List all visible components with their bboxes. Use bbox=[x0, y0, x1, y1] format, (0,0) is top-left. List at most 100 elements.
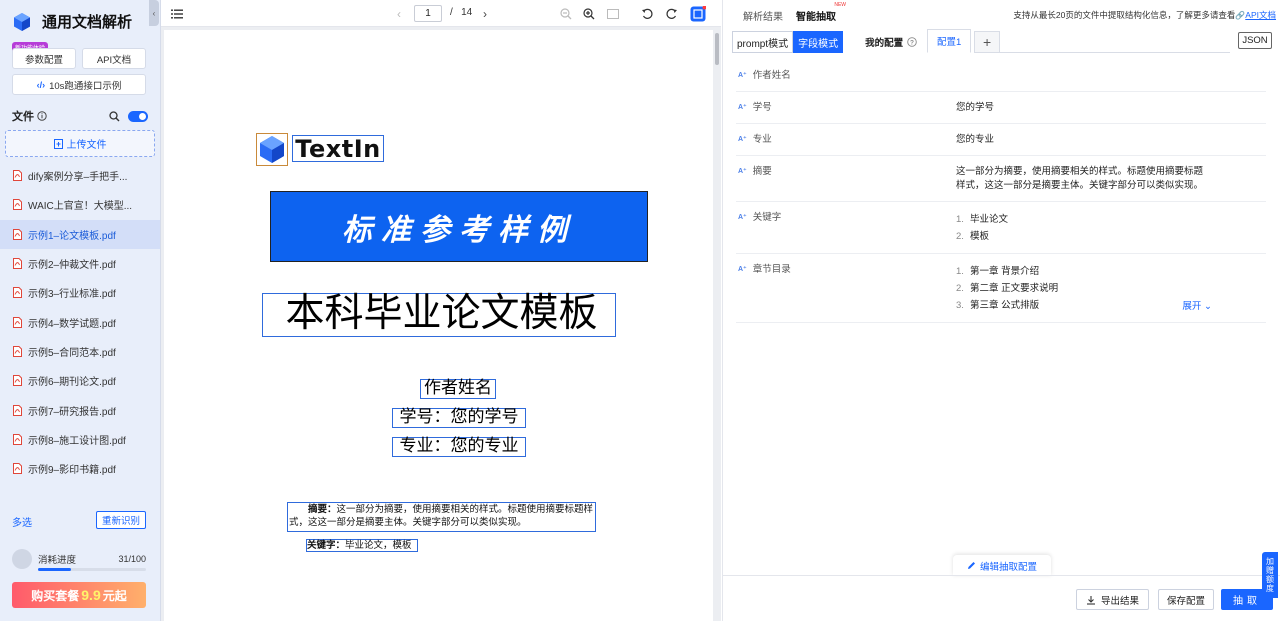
prev-page-icon[interactable]: ‹ bbox=[391, 0, 407, 27]
field-key: A⁺ 学号 bbox=[736, 101, 956, 115]
svg-text:?: ? bbox=[910, 40, 914, 47]
pdf-file-icon bbox=[13, 345, 22, 357]
avatar bbox=[12, 549, 32, 569]
field-value-list: 1. 第一章 背景介绍 2. 第二章 正文要求说明 3. 第三章 公式排版 展开 ⌄ bbox=[956, 263, 1212, 314]
file-name: 示例2–仲裁文件.pdf bbox=[28, 260, 116, 272]
multi-select-link[interactable]: 多选 bbox=[12, 514, 32, 529]
pdf-file-icon bbox=[13, 404, 22, 416]
file-name: 示例5–合同范本.pdf bbox=[28, 347, 116, 359]
tab-smart-extract[interactable]: 智能抽取 NEW bbox=[796, 2, 846, 23]
extract-info-text: 支持从最长20页的文件中提取结构化信息，了解更多请查看 bbox=[1013, 10, 1236, 20]
add-config-button[interactable]: + bbox=[974, 31, 1001, 53]
zoom-in-icon[interactable] bbox=[581, 0, 597, 27]
field-list-text: 第一章 背景介绍 bbox=[970, 266, 1040, 277]
result-tabs: 解析结果 智能抽取 NEW bbox=[743, 2, 846, 23]
pdf-file-icon bbox=[13, 316, 22, 328]
next-page-icon[interactable]: › bbox=[477, 0, 493, 27]
usage-label: 消耗进度 bbox=[38, 555, 77, 566]
ai-field-icon: A⁺ bbox=[738, 136, 747, 143]
viewer-scrollbar[interactable] bbox=[715, 33, 719, 65]
file-name: 示例3–行业标准.pdf bbox=[28, 289, 116, 301]
field-row: A⁺ 摘要 这一部分为摘要，使用摘要相关的样式。标题使用摘要标题样式，这这一部分是摘… bbox=[736, 156, 1266, 202]
file-name: WAIC上官宣！大模型... bbox=[28, 201, 133, 213]
param-config-button[interactable]: 参数配置 bbox=[12, 48, 76, 69]
prompt-mode-button[interactable]: prompt模式 bbox=[732, 31, 794, 53]
zoom-out-icon[interactable] bbox=[558, 0, 574, 27]
field-value bbox=[956, 69, 1212, 83]
tab-smart-extract-label: 智能抽取 bbox=[796, 12, 836, 23]
logo-text-bbox[interactable]: TextIn bbox=[292, 135, 384, 163]
viewer-toolbar: ‹ 1 / 14 › bbox=[161, 0, 721, 27]
file-item[interactable]: 示例5–合同范本.pdf bbox=[0, 337, 160, 366]
file-item[interactable]: 示例2–仲裁文件.pdf bbox=[0, 249, 160, 278]
field-key: A⁺ 章节目录 bbox=[736, 263, 956, 314]
new-tag: NEW bbox=[834, 2, 846, 8]
files-toggle[interactable] bbox=[128, 110, 148, 122]
quick-start-label: 10s跑通接口示例 bbox=[49, 80, 122, 92]
file-item[interactable]: 示例9–影印书籍.pdf bbox=[0, 454, 160, 483]
field-key-label: 专业 bbox=[752, 134, 772, 145]
field-value: 这一部分为摘要，使用摘要相关的样式。标题使用摘要标题样式，这这一部分是摘要主体。… bbox=[956, 166, 1204, 191]
outline-list-icon[interactable] bbox=[169, 0, 185, 27]
page-total-value: 14 bbox=[461, 7, 473, 18]
rotate-right-icon[interactable] bbox=[664, 0, 680, 27]
export-result-button[interactable]: 导出结果 bbox=[1076, 589, 1149, 610]
field-list-text: 第三章 公式排版 bbox=[970, 300, 1040, 311]
file-item[interactable]: 示例3–行业标准.pdf bbox=[0, 278, 160, 307]
file-item[interactable]: 示例4–数学试题.pdf bbox=[0, 307, 160, 336]
field-mode-button[interactable]: 字段模式 bbox=[793, 31, 844, 53]
quick-start-button[interactable]: ‹/› 10s跑通接口示例 bbox=[12, 74, 146, 95]
page-total: / 14 bbox=[450, 7, 472, 18]
field-list-item: 1. 毕业论文 bbox=[956, 211, 1212, 228]
usage-progress: 消耗进度 31/100 bbox=[12, 549, 146, 571]
field-key-label: 学号 bbox=[752, 102, 772, 113]
document-viewer: ‹ 1 / 14 › TextIn 标准参考样例 本科毕业论文模板 作者姓名 学… bbox=[161, 0, 721, 621]
doc-author: 作者姓名 bbox=[424, 378, 492, 398]
page-number-input[interactable]: 1 bbox=[414, 5, 442, 22]
rotate-left-icon[interactable] bbox=[639, 0, 655, 27]
file-item[interactable]: 示例8–施工设计图.pdf bbox=[0, 425, 160, 454]
json-button[interactable]: JSON bbox=[1238, 32, 1272, 49]
field-key: A⁺ 摘要 bbox=[736, 165, 956, 193]
file-item[interactable]: 示例7–研究报告.pdf bbox=[0, 395, 160, 424]
api-doc-link[interactable]: API文档 bbox=[1245, 10, 1276, 20]
keywords-label: 关键字： bbox=[307, 540, 346, 551]
api-doc-button[interactable]: API文档 bbox=[82, 48, 146, 69]
search-icon[interactable] bbox=[109, 110, 120, 122]
file-name: 示例8–施工设计图.pdf bbox=[28, 435, 126, 447]
tab-config-1[interactable]: 配置1 bbox=[927, 29, 972, 53]
file-name: 示例6–期刊论文.pdf bbox=[28, 377, 116, 389]
logo-bbox[interactable] bbox=[256, 133, 288, 166]
help-icon[interactable]: ? bbox=[907, 37, 917, 47]
files-tools bbox=[109, 110, 148, 122]
extract-panel: 解析结果 智能抽取 NEW 支持从最长20页的文件中提取结构化信息，了解更多请查… bbox=[722, 0, 1280, 621]
tab-parse-result[interactable]: 解析结果 bbox=[743, 8, 783, 23]
fit-page-icon[interactable] bbox=[605, 0, 621, 27]
upload-file-button[interactable]: 上传文件 bbox=[5, 130, 155, 157]
info-icon[interactable] bbox=[37, 111, 47, 121]
buy-package-button[interactable]: 购买套餐 9.9 元起 bbox=[12, 582, 146, 608]
edit-extract-config-button[interactable]: 编辑抽取配置 bbox=[953, 555, 1051, 576]
mode-row: prompt模式 字段模式 我的配置 ? 配置1 + bbox=[732, 29, 1001, 53]
bbox-toggle-icon[interactable] bbox=[689, 0, 707, 27]
pdf-file-icon bbox=[13, 258, 22, 270]
re-recognize-button[interactable]: 重新识别 bbox=[96, 511, 146, 529]
bonus-quota-tab[interactable]: 加赠额度 bbox=[1262, 552, 1278, 598]
collapse-sidebar-button[interactable]: ‹ bbox=[149, 0, 159, 26]
file-item[interactable]: 示例1–论文模板.pdf bbox=[0, 219, 160, 249]
upload-icon bbox=[53, 138, 63, 149]
doc-title: 本科毕业论文模板 bbox=[285, 291, 598, 336]
pdf-file-icon bbox=[13, 375, 22, 387]
field-key: A⁺ 专业 bbox=[736, 133, 956, 147]
abstract-label: 摘要： bbox=[308, 504, 337, 515]
file-name: 示例4–数学试题.pdf bbox=[28, 318, 116, 330]
buy-prefix: 购买套餐 bbox=[31, 588, 80, 603]
expand-button[interactable]: 展开 ⌄ bbox=[1182, 300, 1212, 314]
file-item[interactable]: dify案例分享–手把手... bbox=[0, 161, 160, 190]
usage-bar bbox=[38, 568, 146, 571]
save-config-button[interactable]: 保存配置 bbox=[1158, 589, 1214, 610]
sidebar: 通用文档解析 ‹ 新功能体验 参数配置 API文档 ‹/› 10s跑通接口示例 … bbox=[0, 0, 161, 621]
file-item[interactable]: 示例6–期刊论文.pdf bbox=[0, 366, 160, 395]
pdf-page: TextIn 标准参考样例 本科毕业论文模板 作者姓名 学号：您的学号 专业：您… bbox=[164, 30, 713, 621]
file-item[interactable]: WAIC上官宣！大模型... bbox=[0, 190, 160, 219]
